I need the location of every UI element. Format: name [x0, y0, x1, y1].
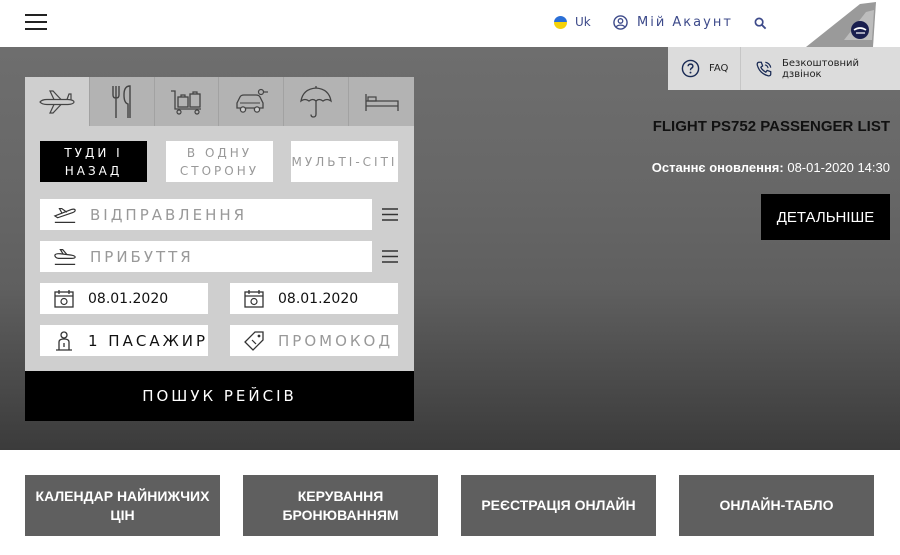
arrival-placeholder: ПРИБУТТЯ [90, 247, 194, 266]
search-flights-button[interactable]: ПОШУК РЕЙСІВ [25, 371, 414, 421]
cutlery-icon [112, 84, 131, 118]
calendar-icon [40, 289, 88, 308]
phone-icon [756, 61, 772, 76]
news-update-value: 08-01-2020 14:30 [787, 160, 890, 175]
departure-date-field[interactable]: 08.01.2020 [40, 283, 208, 314]
calendar-icon [230, 289, 278, 308]
tab-hotel[interactable] [349, 77, 414, 126]
promo-code-placeholder: ПРОМОКОД [278, 331, 394, 350]
language-label: Uk [575, 15, 591, 29]
arrival-plane-icon [40, 247, 90, 267]
tab-flights[interactable] [25, 77, 90, 126]
menu-icon[interactable] [25, 14, 47, 32]
news-update-label: Останнє оновлення: [651, 160, 784, 175]
departure-plane-icon [40, 205, 90, 225]
faq-label: FAQ [709, 63, 729, 74]
passengers-value: 1 ПАСАЖИР [88, 331, 209, 350]
more-details-button[interactable]: ДЕТАЛЬНІШЕ [761, 194, 890, 240]
language-selector[interactable]: Uk [554, 15, 591, 29]
departure-input[interactable]: ВІДПРАВЛЕННЯ [40, 199, 372, 230]
tile-online-check-in[interactable]: РЕЄСТРАЦІЯ ОНЛАЙН [461, 475, 656, 536]
tag-icon [230, 330, 278, 351]
tab-car[interactable] [219, 77, 285, 126]
quick-links: КАЛЕНДАР НАЙНИЖЧИХ ЦІН КЕРУВАННЯ БРОНЮВА… [0, 450, 900, 555]
promo-code-input[interactable]: ПРОМОКОД [230, 325, 398, 356]
arrival-list-icon[interactable] [382, 250, 398, 263]
airline-logo[interactable] [800, 0, 900, 47]
return-date-value: 08.01.2020 [278, 290, 359, 307]
help-bar: FAQ Безкоштовний дзвінок [668, 47, 900, 90]
news-update-date: Останнє оновлення: 08-01-2020 14:30 [652, 160, 890, 175]
tile-low-fare-calendar[interactable]: КАЛЕНДАР НАЙНИЖЧИХ ЦІН [25, 475, 220, 536]
top-bar: Uk Мій Акаунт [0, 0, 900, 47]
tab-baggage[interactable] [154, 77, 220, 126]
passengers-field[interactable]: 1 ПАСАЖИР [40, 325, 208, 356]
airplane-icon [39, 89, 75, 114]
search-icon[interactable] [754, 15, 767, 34]
umbrella-icon [300, 85, 333, 118]
tile-online-board[interactable]: ОНЛАЙН-ТАБЛО [679, 475, 874, 536]
free-call-label: Безкоштовний дзвінок [782, 57, 860, 80]
trip-round-button[interactable]: ТУДИ І НАЗАД [40, 141, 147, 182]
departure-list-icon[interactable] [382, 208, 398, 221]
account-label: Мій Акаунт [637, 15, 733, 30]
trip-one-way-button[interactable]: В ОДНУ СТОРОНУ [166, 141, 273, 182]
trip-multi-city-button[interactable]: МУЛЬТІ-СІТІ [291, 141, 398, 182]
ukraine-flag-icon [554, 15, 567, 29]
passenger-icon [40, 330, 88, 351]
arrival-input[interactable]: ПРИБУТТЯ [40, 241, 372, 272]
tile-manage-booking[interactable]: КЕРУВАННЯ БРОНЮВАННЯМ [243, 475, 438, 536]
faq-link[interactable]: FAQ [668, 47, 741, 90]
bed-icon [364, 93, 399, 111]
departure-placeholder: ВІДПРАВЛЕННЯ [90, 205, 248, 224]
return-date-field[interactable]: 08.01.2020 [230, 283, 398, 314]
question-icon [681, 59, 700, 78]
free-call-link[interactable]: Безкоштовний дзвінок [741, 47, 900, 90]
booking-panel: ТУДИ І НАЗАД В ОДНУ СТОРОНУ МУЛЬТІ-СІТІ … [25, 77, 414, 421]
departure-date-value: 08.01.2020 [88, 290, 169, 307]
tab-food[interactable] [89, 77, 155, 126]
car-rental-icon [236, 88, 269, 113]
account-link[interactable]: Мій Акаунт [613, 15, 733, 30]
tab-insurance[interactable] [284, 77, 350, 126]
news-title: FLIGHT PS752 PASSENGER LIST [652, 118, 890, 135]
luggage-cart-icon [170, 89, 201, 115]
booking-tabs [25, 77, 414, 126]
user-icon [613, 15, 628, 30]
